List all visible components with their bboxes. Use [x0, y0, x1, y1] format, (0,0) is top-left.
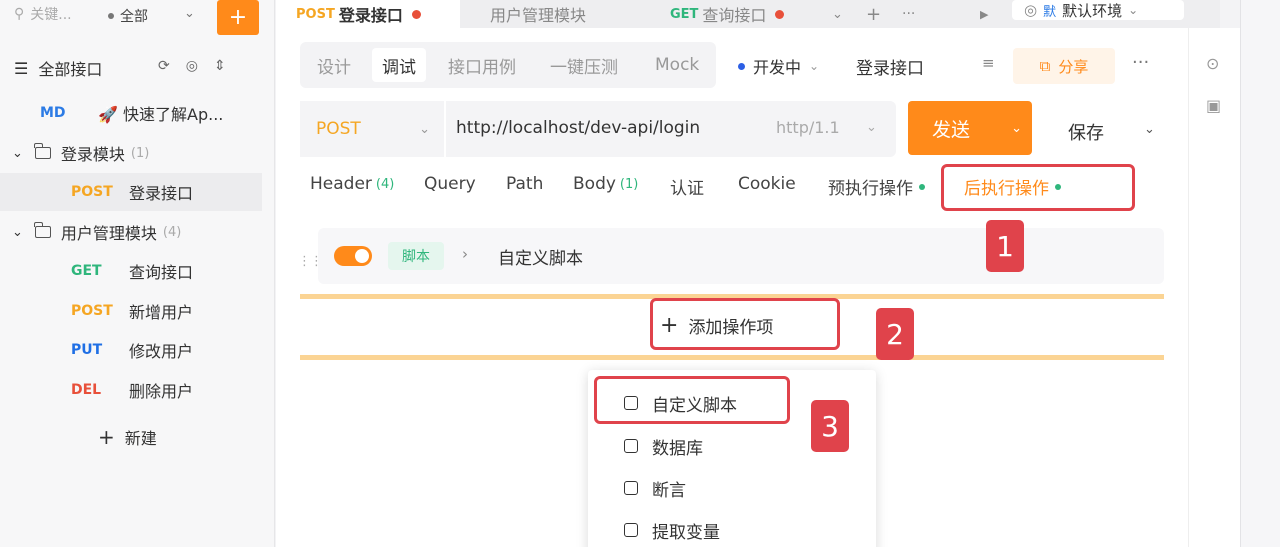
locate-icon[interactable]: ◎	[186, 58, 198, 74]
new-item-button[interactable]: + 新建	[0, 418, 262, 456]
tab-cookie[interactable]: Cookie	[738, 174, 796, 194]
scroll-right-icon[interactable]: ▶	[980, 0, 988, 28]
search-input[interactable]: ⚲ 关键...	[14, 4, 72, 24]
plus-icon: +	[98, 425, 115, 449]
environment-select[interactable]: ◎ 默 默认环境 ⌄	[1012, 0, 1184, 20]
enable-toggle[interactable]	[334, 246, 372, 266]
scope-dot-icon	[108, 13, 114, 19]
add-operation-button[interactable]: + 添加操作项	[660, 313, 773, 338]
tab-mock[interactable]: Mock	[655, 48, 699, 82]
collapse-icon[interactable]: ⊙	[1206, 54, 1219, 73]
chevron-down-icon[interactable]: ⌄	[184, 6, 195, 21]
add-button[interactable]: +	[217, 0, 259, 35]
tab-list-chevron-icon[interactable]: ⌄	[832, 0, 843, 28]
share-icon: ⧉	[1039, 57, 1051, 75]
unsaved-dot-icon	[775, 9, 785, 19]
sidebar: ⚲ 关键... 全部 ⌄ + ☰ 全部接口 ⟳ ◎ ⇕ MD 🚀 快速了解Ap.…	[0, 0, 275, 547]
tab-pre-operations[interactable]: 预执行操作	[828, 174, 925, 199]
refresh-icon[interactable]: ⟳	[158, 58, 170, 74]
share-button[interactable]: ⧉ 分享	[1013, 48, 1115, 84]
save-button[interactable]: 保存	[1068, 119, 1104, 145]
chevron-down-icon[interactable]: ⌄	[1011, 121, 1022, 136]
annotation-badge-2: 2	[876, 308, 914, 360]
chevron-right-icon[interactable]: ›	[462, 245, 468, 263]
request-name[interactable]: 登录接口	[856, 54, 924, 79]
list-icon: ☰	[14, 58, 29, 78]
more-tabs-icon[interactable]: ···	[902, 0, 915, 28]
folder-icon	[34, 143, 51, 159]
tab-stress-test[interactable]: 一键压测	[550, 48, 618, 82]
status-dot-icon	[738, 62, 745, 70]
sidebar-item-md[interactable]: MD 🚀 快速了解Ap...	[0, 94, 262, 132]
send-button[interactable]: 发送 ⌄	[908, 101, 1032, 155]
sidebar-item-query[interactable]: GET 查询接口	[0, 252, 262, 290]
menu-item-extract-variable[interactable]: 提取变量	[624, 515, 720, 545]
plus-icon: +	[660, 312, 679, 338]
menu-item-assertion[interactable]: 断言	[624, 473, 686, 503]
tab-path[interactable]: Path	[506, 174, 543, 194]
more-icon[interactable]: ···	[1132, 52, 1149, 73]
tab-design[interactable]: 设计	[317, 48, 351, 82]
operation-label: 自定义脚本	[498, 249, 583, 269]
assertion-icon	[624, 481, 638, 495]
operation-row[interactable]: 脚本 › 自定义脚本	[318, 228, 1164, 284]
chevron-down-icon: ⌄	[419, 121, 430, 137]
tab-query-api[interactable]: GET 查询接口	[670, 0, 785, 28]
outline-icon[interactable]: ≡	[982, 54, 995, 72]
url-input[interactable]: http://localhost/dev-api/login	[456, 118, 700, 138]
annotation-badge-1: 1	[986, 220, 1024, 272]
sidebar-item-delete-user[interactable]: DEL 删除用户	[0, 371, 262, 409]
tab-auth[interactable]: 认证	[670, 174, 704, 199]
method-select[interactable]: POST ⌄	[300, 101, 446, 157]
tab-user-module[interactable]: 用户管理模块	[490, 0, 586, 28]
tab-debug[interactable]: 调试	[372, 48, 426, 82]
menu-item-custom-script[interactable]: 自定义脚本	[624, 388, 737, 418]
tab-header[interactable]: Header (4)	[310, 174, 394, 194]
main-panel: 设计 调试 接口用例 一键压测 Mock 开发中 ⌄ 登录接口 ≡ ⧉ 分享 ·…	[276, 28, 1188, 547]
protocol-select[interactable]: http/1.1	[776, 118, 840, 137]
all-apis-header[interactable]: ☰ 全部接口	[14, 56, 102, 80]
expand-collapse-icon[interactable]: ⇕	[214, 58, 226, 74]
sidebar-item-login[interactable]: POST 登录接口	[0, 173, 262, 211]
right-edge-panel	[1240, 0, 1280, 547]
chevron-down-icon[interactable]: ⌄	[1144, 122, 1155, 137]
active-dot-icon	[919, 183, 925, 190]
unsaved-dot-icon	[411, 9, 421, 19]
menu-item-database[interactable]: 数据库	[624, 431, 703, 461]
new-tab-plus-icon[interactable]: +	[866, 0, 881, 28]
status-select[interactable]: 开发中 ⌄	[738, 54, 819, 78]
tab-body[interactable]: Body (1)	[573, 174, 638, 194]
search-icon: ⚲	[14, 6, 25, 22]
sidebar-item-edit-user[interactable]: PUT 修改用户	[0, 331, 262, 369]
chevron-down-icon: ⌄	[809, 59, 820, 73]
folder-user-module[interactable]: ⌄ 用户管理模块 (4)	[0, 213, 262, 251]
right-rail: ⊙ ▣	[1188, 28, 1240, 547]
script-tag: 脚本	[388, 242, 444, 270]
annotation-badge-3: 3	[811, 400, 849, 452]
environment-icon: ◎	[1024, 1, 1038, 19]
url-bar: POST ⌄ http://localhost/dev-api/login ht…	[300, 101, 896, 157]
operation-type-menu: 自定义脚本 数据库 断言 提取变量	[588, 370, 876, 547]
mode-tabs: 设计 调试 接口用例 一键压测 Mock	[300, 42, 716, 88]
chevron-down-icon: ⌄	[12, 224, 23, 240]
tab-login-api[interactable]: POST 登录接口	[276, 0, 460, 28]
folder-icon	[34, 222, 51, 238]
scope-select[interactable]: 全部	[108, 6, 148, 26]
chevron-down-icon: ⌄	[1128, 3, 1139, 17]
tab-query[interactable]: Query	[424, 174, 476, 194]
script-icon	[624, 396, 638, 410]
chevron-down-icon: ⌄	[12, 145, 23, 161]
sidebar-item-add-user[interactable]: POST 新增用户	[0, 292, 262, 330]
tab-cases[interactable]: 接口用例	[448, 48, 516, 82]
tab-post-operations[interactable]: 后执行操作	[964, 174, 1061, 199]
extract-variable-icon	[624, 523, 638, 537]
active-dot-icon	[1055, 183, 1061, 190]
database-icon	[624, 439, 638, 453]
chevron-down-icon: ⌄	[866, 120, 877, 135]
code-icon[interactable]: ▣	[1206, 96, 1221, 115]
folder-login-module[interactable]: ⌄ 登录模块 (1)	[0, 134, 262, 172]
